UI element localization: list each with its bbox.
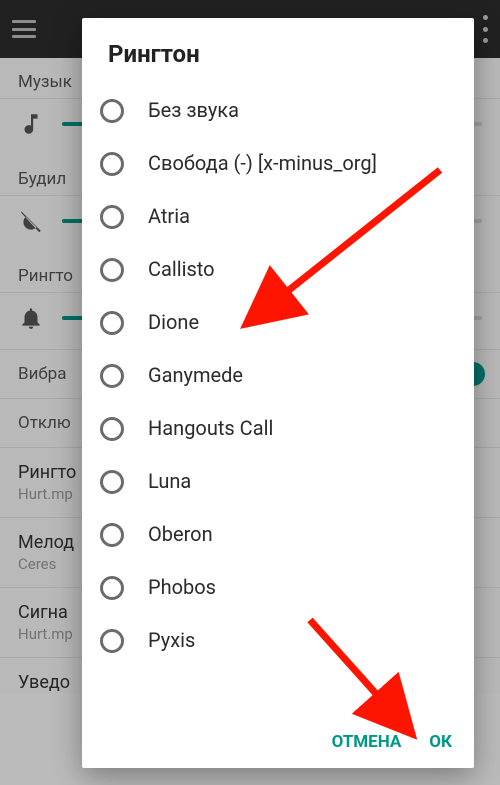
ringtone-option[interactable]: Phobos — [86, 561, 474, 614]
ringtone-option[interactable]: Свобода (-) [x-minus_org] — [86, 137, 474, 190]
radio-icon — [100, 364, 124, 388]
radio-icon — [100, 311, 124, 335]
dialog-title: Рингтон — [82, 18, 474, 80]
ringtone-option[interactable]: Dione — [86, 296, 474, 349]
ok-button[interactable]: ОК — [429, 732, 452, 752]
radio-icon — [100, 417, 124, 441]
radio-icon — [100, 205, 124, 229]
radio-icon — [100, 629, 124, 653]
option-label: Свобода (-) [x-minus_org] — [148, 151, 454, 176]
ringtone-option-list: Без звука Свобода (-) [x-minus_org] Atri… — [82, 80, 474, 722]
ringtone-option[interactable]: Pyxis — [86, 614, 474, 667]
radio-icon — [100, 470, 124, 494]
ringtone-option[interactable]: Callisto — [86, 243, 474, 296]
ringtone-option[interactable]: Atria — [86, 190, 474, 243]
radio-icon — [100, 576, 124, 600]
option-label: Pyxis — [148, 628, 454, 653]
ringtone-option[interactable]: Hangouts Call — [86, 402, 474, 455]
option-label: Oberon — [148, 522, 454, 547]
option-label: Callisto — [148, 257, 454, 282]
option-label: Hangouts Call — [148, 416, 454, 441]
option-label: Luna — [148, 469, 454, 494]
option-label: Dione — [148, 310, 454, 335]
cancel-button[interactable]: ОТМЕНА — [332, 732, 402, 752]
ringtone-option[interactable]: Oberon — [86, 508, 474, 561]
ringtone-option[interactable]: Без звука — [86, 84, 474, 137]
radio-icon — [100, 152, 124, 176]
radio-icon — [100, 523, 124, 547]
option-label: Atria — [148, 204, 454, 229]
radio-icon — [100, 258, 124, 282]
radio-icon — [100, 99, 124, 123]
option-label: Ganymede — [148, 363, 454, 388]
ringtone-option[interactable]: Luna — [86, 455, 474, 508]
dialog-actions: ОТМЕНА ОК — [82, 722, 474, 768]
ringtone-option[interactable]: Ganymede — [86, 349, 474, 402]
ringtone-dialog: Рингтон Без звука Свобода (-) [x-minus_o… — [82, 18, 474, 768]
option-label: Phobos — [148, 575, 454, 600]
option-label: Без звука — [148, 98, 454, 123]
